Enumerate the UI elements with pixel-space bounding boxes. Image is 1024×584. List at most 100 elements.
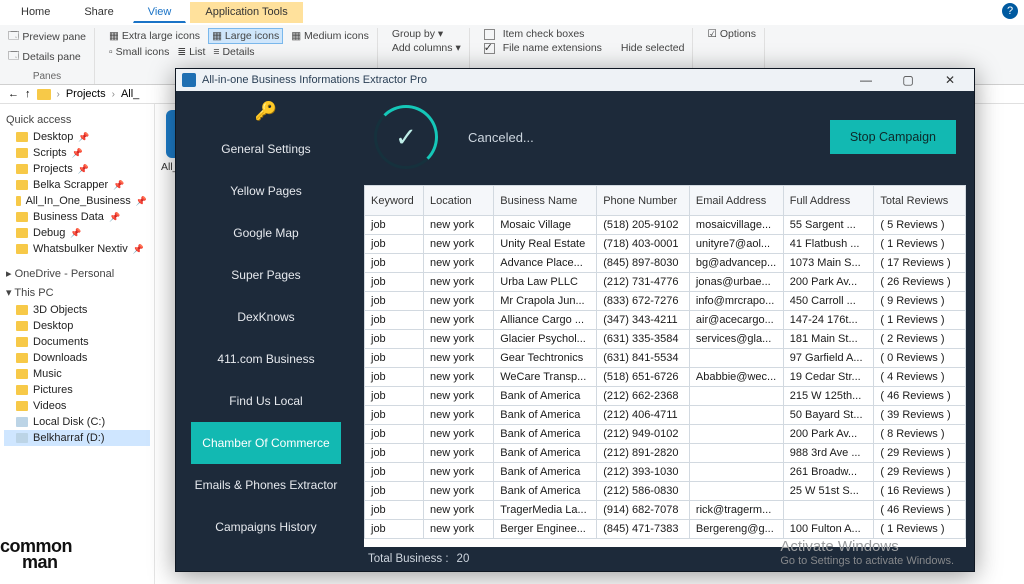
table-row[interactable]: jobnew yorkBank of America(212) 586-0830… bbox=[365, 482, 966, 501]
table-row[interactable]: jobnew yorkUrba Law PLLC(212) 731-4776jo… bbox=[365, 273, 966, 292]
cell: new york bbox=[424, 520, 494, 539]
nav-item[interactable]: 3D Objects bbox=[4, 302, 150, 318]
sidebar-item[interactable]: Chamber Of Commerce bbox=[191, 422, 342, 464]
table-row[interactable]: jobnew yorkGear Techtronics(631) 841-553… bbox=[365, 349, 966, 368]
nav-item[interactable]: Downloads bbox=[4, 350, 150, 366]
minimize-button[interactable]: — bbox=[848, 72, 884, 88]
close-button[interactable]: ✕ bbox=[932, 72, 968, 88]
nav-item[interactable]: Belka Scrapper📌 bbox=[4, 177, 150, 193]
cell: ( 1 Reviews ) bbox=[874, 235, 966, 254]
hide-selected[interactable]: Hide selected bbox=[621, 42, 685, 54]
nav-item[interactable]: Business Data📌 bbox=[4, 209, 150, 225]
layout-xl[interactable]: ▦ Extra large icons bbox=[109, 30, 200, 42]
sidebar-item[interactable]: 411.com Business bbox=[191, 338, 342, 380]
table-row[interactable]: jobnew yorkBank of America(212) 406-4711… bbox=[365, 406, 966, 425]
nav-item[interactable]: Documents bbox=[4, 334, 150, 350]
cell: job bbox=[365, 406, 424, 425]
nav-item[interactable]: Desktop bbox=[4, 318, 150, 334]
cell: new york bbox=[424, 387, 494, 406]
chk-filename-ext[interactable] bbox=[484, 43, 495, 54]
cell: 147-24 176t... bbox=[783, 311, 874, 330]
cell: new york bbox=[424, 406, 494, 425]
table-row[interactable]: jobnew yorkWeCare Transp...(518) 651-672… bbox=[365, 368, 966, 387]
sidebar-item[interactable]: Emails & Phones Extractor bbox=[191, 464, 342, 506]
column-header[interactable]: Email Address bbox=[689, 186, 783, 216]
help-icon[interactable]: ? bbox=[1002, 3, 1018, 19]
table-row[interactable]: jobnew yorkUnity Real Estate(718) 403-00… bbox=[365, 235, 966, 254]
cell: Bergereng@g... bbox=[689, 520, 783, 539]
layout-md[interactable]: ▦ Medium icons bbox=[291, 30, 369, 42]
layout-sm[interactable]: ▫ Small icons bbox=[109, 46, 169, 58]
sidebar-item[interactable]: Yellow Pages bbox=[191, 170, 342, 212]
cell: Bank of America bbox=[494, 463, 597, 482]
tab-share[interactable]: Share bbox=[69, 2, 128, 23]
details-pane[interactable]: 🗔 Details pane bbox=[8, 48, 81, 66]
nav-item[interactable]: Whatsbulker Nextiv📌 bbox=[4, 241, 150, 257]
preview-pane[interactable]: 🗔 Preview pane bbox=[8, 28, 86, 46]
sidebar-item[interactable]: Find Us Local bbox=[191, 380, 342, 422]
table-row[interactable]: jobnew yorkMr Crapola Jun...(833) 672-72… bbox=[365, 292, 966, 311]
table-row[interactable]: jobnew yorkBank of America(212) 949-0102… bbox=[365, 425, 966, 444]
column-header[interactable]: Location bbox=[424, 186, 494, 216]
nav-item[interactable]: Debug📌 bbox=[4, 225, 150, 241]
table-row[interactable]: jobnew yorkMosaic Village(518) 205-9102m… bbox=[365, 216, 966, 235]
nav-item[interactable]: Local Disk (C:) bbox=[4, 414, 150, 430]
table-row[interactable]: jobnew yorkBank of America(212) 393-1030… bbox=[365, 463, 966, 482]
table-row[interactable]: jobnew yorkAdvance Place...(845) 897-803… bbox=[365, 254, 966, 273]
cell: 100 Fulton A... bbox=[783, 520, 874, 539]
tab-view[interactable]: View bbox=[133, 2, 187, 23]
column-header[interactable]: Phone Number bbox=[597, 186, 690, 216]
column-header[interactable]: Business Name bbox=[494, 186, 597, 216]
nav-item[interactable]: Desktop📌 bbox=[4, 129, 150, 145]
nav-item[interactable]: Music bbox=[4, 366, 150, 382]
cell: ( 17 Reviews ) bbox=[874, 254, 966, 273]
sidebar-item[interactable]: Google Map bbox=[191, 212, 342, 254]
nav-this-pc[interactable]: ▾ This PC bbox=[6, 286, 150, 299]
cell: ( 4 Reviews ) bbox=[874, 368, 966, 387]
nav-onedrive[interactable]: ▸ OneDrive - Personal bbox=[6, 267, 150, 280]
nav-item[interactable]: Scripts📌 bbox=[4, 145, 150, 161]
up-icon[interactable]: ↑ bbox=[25, 88, 31, 100]
crumb-projects[interactable]: Projects bbox=[66, 88, 106, 100]
maximize-button[interactable]: ▢ bbox=[890, 72, 926, 88]
column-header[interactable]: Keyword bbox=[365, 186, 424, 216]
table-row[interactable]: jobnew yorkTragerMedia La...(914) 682-70… bbox=[365, 501, 966, 520]
cell bbox=[689, 406, 783, 425]
table-row[interactable]: jobnew yorkBerger Enginee...(845) 471-73… bbox=[365, 520, 966, 539]
cell: job bbox=[365, 368, 424, 387]
add-columns[interactable]: Add columns ▾ bbox=[392, 42, 461, 54]
sidebar-item[interactable]: General Settings bbox=[191, 128, 342, 170]
nav-item[interactable]: Pictures bbox=[4, 382, 150, 398]
back-icon[interactable]: ← bbox=[8, 88, 19, 100]
column-header[interactable]: Total Reviews bbox=[874, 186, 966, 216]
layout-list[interactable]: ≣ List bbox=[177, 46, 205, 58]
table-row[interactable]: jobnew yorkAlliance Cargo ...(347) 343-4… bbox=[365, 311, 966, 330]
cell: 450 Carroll ... bbox=[783, 292, 874, 311]
cell: 215 W 125th... bbox=[783, 387, 874, 406]
sidebar: 🔑 General SettingsYellow PagesGoogle Map… bbox=[176, 91, 356, 571]
tab-app-tools[interactable]: Application Tools bbox=[190, 2, 302, 23]
sidebar-item[interactable]: Campaigns History bbox=[191, 506, 342, 548]
crumb-folder[interactable]: All_ bbox=[121, 88, 139, 100]
sidebar-item[interactable]: DexKnows bbox=[191, 296, 342, 338]
layout-details[interactable]: ≡ Details bbox=[213, 46, 254, 58]
titlebar[interactable]: All-in-one Business Informations Extract… bbox=[176, 69, 974, 91]
nav-quick-access[interactable]: Quick access bbox=[6, 114, 150, 126]
nav-item[interactable]: Belkharraf (D:) bbox=[4, 430, 150, 446]
table-row[interactable]: jobnew yorkBank of America(212) 891-2820… bbox=[365, 444, 966, 463]
sidebar-item[interactable]: Super Pages bbox=[191, 254, 342, 296]
table-row[interactable]: jobnew yorkGlacier Psychol...(631) 335-3… bbox=[365, 330, 966, 349]
table-row[interactable]: jobnew yorkBank of America(212) 662-2368… bbox=[365, 387, 966, 406]
column-header[interactable]: Full Address bbox=[783, 186, 874, 216]
group-by[interactable]: Group by ▾ bbox=[392, 28, 443, 40]
nav-item[interactable]: Projects📌 bbox=[4, 161, 150, 177]
cell: ( 2 Reviews ) bbox=[874, 330, 966, 349]
options-btn[interactable]: ☑ Options bbox=[707, 28, 756, 40]
chk-item-checkboxes[interactable] bbox=[484, 29, 495, 40]
nav-item[interactable]: Videos bbox=[4, 398, 150, 414]
stop-campaign-button[interactable]: Stop Campaign bbox=[830, 120, 956, 154]
layout-lg[interactable]: ▦ Large icons bbox=[208, 28, 283, 44]
tab-home[interactable]: Home bbox=[6, 2, 65, 23]
nav-item[interactable]: All_In_One_Business📌 bbox=[4, 193, 150, 209]
results-grid[interactable]: KeywordLocationBusiness NamePhone Number… bbox=[364, 185, 966, 547]
